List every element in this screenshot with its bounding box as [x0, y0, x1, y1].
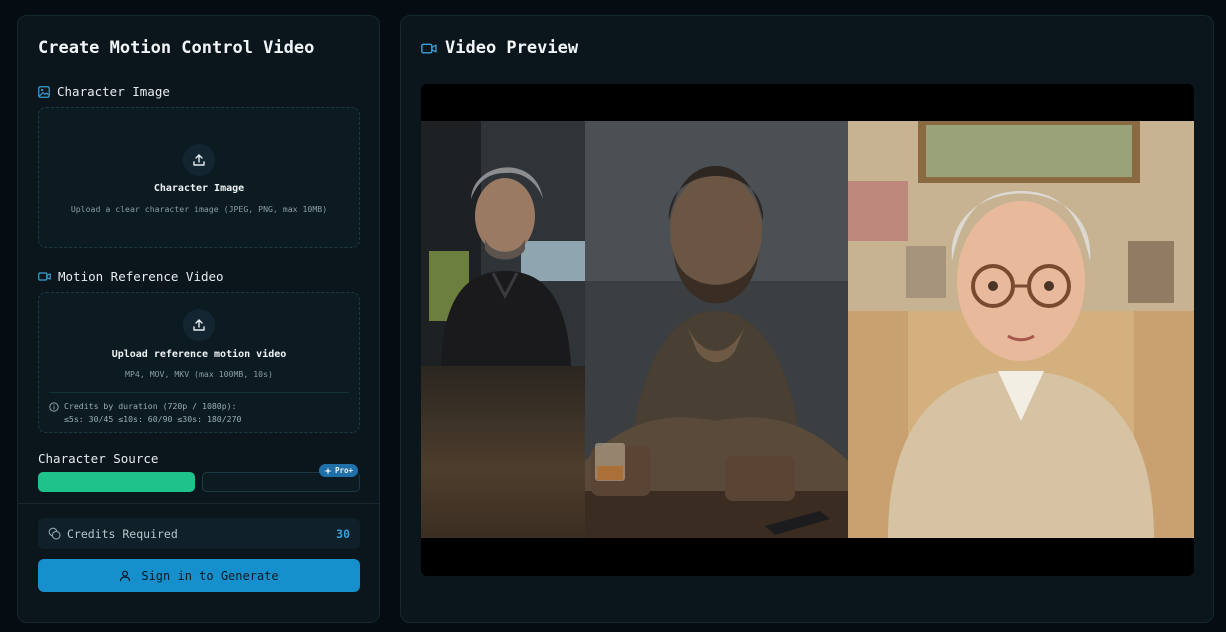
character-source-label: Character Source	[38, 451, 159, 466]
reference-video-thumbnail	[421, 121, 585, 366]
motion-reference-label: Motion Reference Video	[38, 269, 224, 284]
preview-title-text: Video Preview	[445, 38, 579, 58]
upload-icon	[183, 309, 215, 341]
credits-note-line2: ≤5s: 30/45 ≤10s: 60/90 ≤30s: 180/270	[64, 414, 242, 424]
credits-required-label: Credits Required	[67, 526, 178, 541]
image-icon	[38, 85, 50, 98]
pro-badge: Pro+	[319, 464, 359, 477]
pro-badge-text: Pro+	[335, 466, 354, 475]
character-source-option-1[interactable]	[38, 472, 195, 492]
motion-video-dropzone[interactable]: Upload reference motion video MP4, MOV, …	[38, 292, 360, 433]
panel-footer: Credits Required 30 Sign in to Generate	[18, 503, 379, 622]
credits-required-value: 30	[336, 526, 350, 541]
sign-in-button-label: Sign in to Generate	[141, 568, 279, 583]
create-panel: Create Motion Control Video Character Im…	[17, 15, 380, 623]
character-output-grandma	[848, 121, 1194, 538]
credits-by-duration-note: Credits by duration (720p / 1080p): ≤5s:…	[49, 392, 349, 426]
character-image-label: Character Image	[38, 84, 170, 99]
motion-video-upload-title: Upload reference motion video	[111, 349, 287, 360]
user-icon	[120, 570, 131, 581]
sparkle-icon	[324, 466, 332, 475]
panel-title: Create Motion Control Video	[38, 38, 315, 58]
preview-panel: Video Preview	[400, 15, 1214, 623]
motion-reference-label-text: Motion Reference Video	[58, 269, 224, 284]
preview-video-frame	[421, 121, 1194, 538]
credits-note-line1: Credits by duration (720p / 1080p):	[64, 401, 237, 411]
character-output-warrior	[585, 121, 848, 538]
character-image-dropzone[interactable]: Character Image Upload a clear character…	[38, 107, 360, 248]
coins-icon	[48, 527, 61, 540]
info-icon	[49, 401, 59, 412]
preview-title: Video Preview	[421, 38, 578, 58]
credits-required: Credits Required 30	[38, 518, 360, 549]
upload-icon	[183, 144, 215, 176]
character-image-label-text: Character Image	[57, 84, 170, 99]
reference-video-background	[421, 366, 585, 538]
video-icon	[421, 43, 437, 53]
sign-in-button[interactable]: Sign in to Generate	[38, 559, 360, 592]
video-icon	[38, 272, 51, 281]
motion-video-upload-hint: MP4, MOV, MKV (max 100MB, 10s)	[125, 369, 273, 379]
character-image-upload-title: Character Image	[153, 183, 245, 194]
character-image-upload-hint: Upload a clear character image (JPEG, PN…	[70, 204, 328, 214]
video-player[interactable]	[421, 84, 1194, 576]
